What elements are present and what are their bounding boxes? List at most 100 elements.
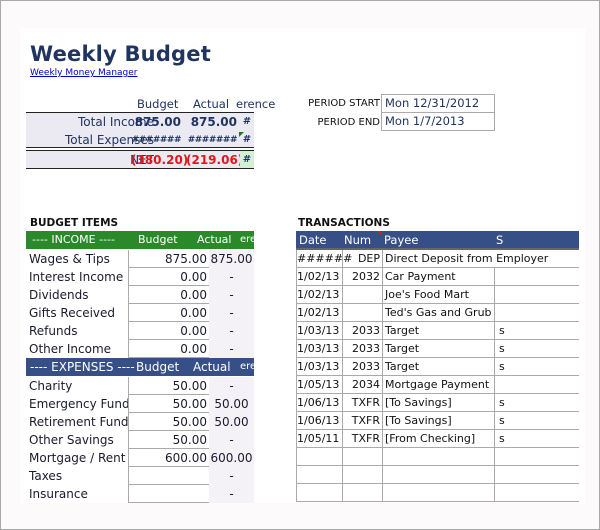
transaction-row[interactable] bbox=[296, 466, 579, 484]
col-num[interactable]: Num bbox=[344, 231, 371, 249]
transaction-payee[interactable]: Mortgage Payment bbox=[382, 376, 494, 394]
transaction-num[interactable] bbox=[342, 304, 382, 322]
item-budget-cell[interactable]: 50.00 bbox=[128, 395, 209, 413]
transaction-payee[interactable]: Target bbox=[382, 358, 494, 376]
transaction-num[interactable]: DEP bbox=[342, 250, 382, 268]
transaction-num[interactable] bbox=[342, 484, 382, 502]
transaction-payee[interactable] bbox=[382, 484, 494, 502]
transaction-row[interactable]: 1/03/13 2033 Target s bbox=[296, 340, 579, 358]
transaction-status[interactable] bbox=[494, 466, 579, 484]
transaction-row[interactable]: ###### DEP Direct Deposit from Employer bbox=[296, 250, 579, 268]
transaction-date[interactable]: 1/03/13 bbox=[296, 358, 342, 376]
col-payee[interactable]: Payee bbox=[384, 231, 418, 249]
transaction-num[interactable]: 2034 bbox=[342, 376, 382, 394]
period-end-field[interactable]: Mon 1/7/2013 bbox=[381, 112, 495, 131]
col-s[interactable]: S bbox=[496, 231, 503, 249]
item-budget-cell[interactable]: 50.00 bbox=[128, 377, 209, 395]
transaction-row[interactable]: 1/02/13 2032 Car Payment bbox=[296, 268, 579, 286]
transaction-row[interactable] bbox=[296, 484, 579, 502]
transaction-num[interactable] bbox=[342, 286, 382, 304]
period-start-field[interactable]: Mon 12/31/2012 bbox=[381, 94, 495, 113]
transaction-payee[interactable]: Car Payment bbox=[382, 268, 494, 286]
transaction-num[interactable]: 2032 bbox=[342, 268, 382, 286]
transaction-status[interactable] bbox=[494, 304, 579, 322]
item-budget-cell[interactable]: 600.00 bbox=[128, 449, 209, 467]
transaction-num[interactable]: TXFR bbox=[342, 412, 382, 430]
item-budget-cell[interactable]: 875.00 bbox=[128, 250, 209, 268]
transaction-status[interactable]: s bbox=[494, 430, 579, 448]
transaction-payee[interactable]: Direct Deposit from Employer bbox=[382, 250, 548, 268]
transaction-date[interactable] bbox=[296, 466, 342, 484]
transaction-status[interactable] bbox=[494, 268, 579, 286]
transaction-payee[interactable]: Target bbox=[382, 340, 494, 358]
transaction-date[interactable]: 1/02/13 bbox=[296, 304, 342, 322]
transaction-status[interactable] bbox=[494, 448, 579, 466]
item-name: Retirement Fund bbox=[29, 415, 129, 429]
transaction-status[interactable]: s bbox=[494, 358, 579, 376]
transaction-payee[interactable]: Joe's Food Mart bbox=[382, 286, 494, 304]
item-budget-cell[interactable]: 0.00 bbox=[128, 286, 209, 304]
transaction-payee[interactable]: [From Checking] bbox=[382, 430, 494, 448]
transaction-status[interactable] bbox=[494, 376, 579, 394]
transaction-payee[interactable]: [To Savings] bbox=[382, 412, 494, 430]
transaction-status[interactable] bbox=[494, 286, 579, 304]
transaction-date[interactable] bbox=[296, 484, 342, 502]
item-budget-cell[interactable]: 0.00 bbox=[128, 322, 209, 340]
item-budget-cell[interactable]: 50.00 bbox=[128, 431, 209, 449]
transaction-date[interactable]: 1/05/13 bbox=[296, 376, 342, 394]
transactions-header: Date Num Payee S bbox=[296, 231, 579, 250]
transaction-num[interactable]: TXFR bbox=[342, 430, 382, 448]
transaction-payee[interactable] bbox=[382, 466, 494, 484]
item-budget-cell[interactable]: 0.00 bbox=[128, 340, 209, 358]
transaction-num[interactable] bbox=[342, 448, 382, 466]
item-budget-cell[interactable] bbox=[128, 467, 209, 485]
transaction-date[interactable]: ###### bbox=[296, 250, 352, 268]
transaction-num[interactable] bbox=[342, 466, 382, 484]
transaction-row[interactable] bbox=[296, 448, 579, 466]
transaction-date[interactable] bbox=[296, 448, 342, 466]
transaction-payee[interactable] bbox=[382, 448, 494, 466]
transaction-num[interactable]: TXFR bbox=[342, 394, 382, 412]
transaction-row[interactable]: 1/06/13 TXFR [To Savings] s bbox=[296, 394, 579, 412]
income-row: Wages & Tips 875.00 875.00 bbox=[26, 250, 254, 268]
summary-difference[interactable]: # bbox=[240, 113, 254, 131]
transaction-row[interactable]: 1/02/13 Joe's Food Mart bbox=[296, 286, 579, 304]
transaction-row[interactable]: 1/06/13 TXFR [To Savings] s bbox=[296, 412, 579, 430]
item-budget-cell[interactable] bbox=[128, 485, 209, 503]
transaction-date[interactable]: 1/02/13 bbox=[296, 268, 342, 286]
summary-actual[interactable]: (219.06) bbox=[186, 151, 243, 169]
summary-difference[interactable]: # bbox=[240, 151, 254, 169]
transaction-row[interactable]: 1/03/13 2033 Target s bbox=[296, 322, 579, 340]
item-actual-cell: 50.00 bbox=[209, 413, 254, 431]
transaction-date[interactable]: 1/03/13 bbox=[296, 340, 342, 358]
transaction-payee[interactable]: Target bbox=[382, 322, 494, 340]
summary-budget[interactable]: (380.20) bbox=[131, 151, 188, 169]
transaction-date[interactable]: 1/03/13 bbox=[296, 322, 342, 340]
transaction-status[interactable]: s bbox=[494, 394, 579, 412]
transaction-date[interactable]: 1/06/13 bbox=[296, 394, 342, 412]
weekly-money-manager-link[interactable]: Weekly Money Manager bbox=[30, 68, 138, 78]
item-budget-cell[interactable]: 0.00 bbox=[128, 268, 209, 286]
transaction-row[interactable]: 1/05/11 TXFR [From Checking] s bbox=[296, 430, 579, 448]
item-budget-cell[interactable]: 0.00 bbox=[128, 304, 209, 322]
transaction-row[interactable]: 1/03/13 2033 Target s bbox=[296, 358, 579, 376]
transaction-row[interactable]: 1/05/13 2034 Mortgage Payment bbox=[296, 376, 579, 394]
summary-actual[interactable]: 875.00 bbox=[186, 113, 237, 131]
transaction-status[interactable]: s bbox=[494, 340, 579, 358]
transaction-status[interactable] bbox=[494, 484, 579, 502]
transaction-date[interactable]: 1/06/13 bbox=[296, 412, 342, 430]
transaction-date[interactable]: 1/05/11 bbox=[296, 430, 342, 448]
transaction-num[interactable]: 2033 bbox=[342, 340, 382, 358]
transaction-num[interactable]: 2033 bbox=[342, 322, 382, 340]
transaction-num[interactable]: 2033 bbox=[342, 358, 382, 376]
transaction-status[interactable]: s bbox=[494, 412, 579, 430]
transaction-date[interactable]: 1/02/13 bbox=[296, 286, 342, 304]
col-date[interactable]: Date bbox=[299, 231, 327, 249]
transaction-payee[interactable]: [To Savings] bbox=[382, 394, 494, 412]
transaction-status[interactable]: s bbox=[494, 322, 579, 340]
transaction-row[interactable]: 1/02/13 Ted's Gas and Grub bbox=[296, 304, 579, 322]
summary-budget[interactable]: 875.00 bbox=[131, 113, 181, 131]
transaction-status[interactable] bbox=[494, 250, 579, 268]
item-budget-cell[interactable]: 50.00 bbox=[128, 413, 209, 431]
transaction-payee[interactable]: Ted's Gas and Grub bbox=[382, 304, 494, 322]
